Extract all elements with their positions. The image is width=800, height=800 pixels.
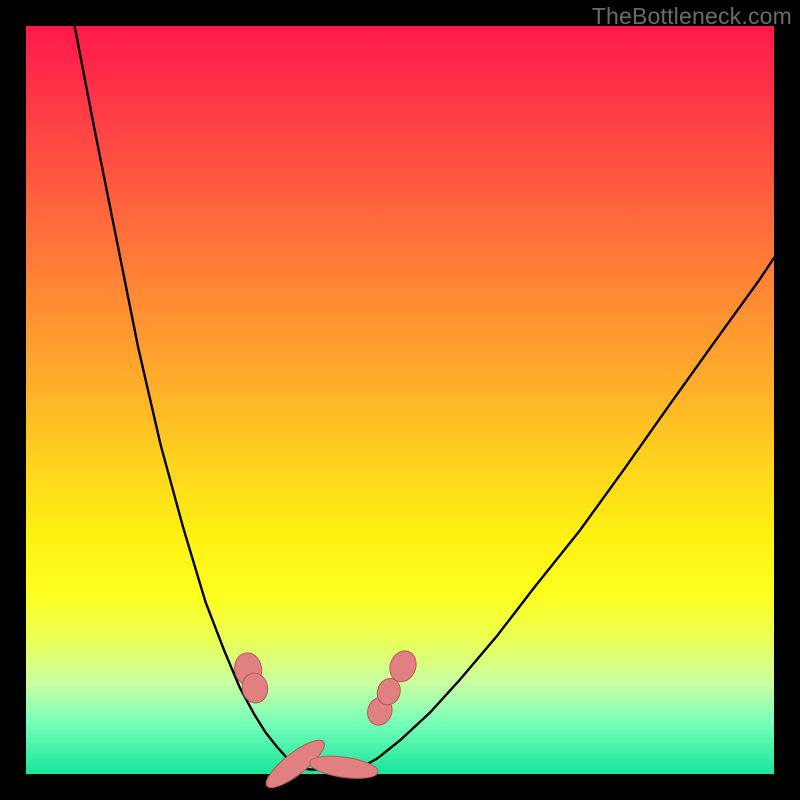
curve-group <box>75 26 774 770</box>
marker-group <box>232 647 420 794</box>
bottleneck-curve <box>75 26 774 770</box>
chart-frame <box>26 26 774 774</box>
marker-pill-right <box>308 752 379 782</box>
chart-svg <box>26 26 774 774</box>
